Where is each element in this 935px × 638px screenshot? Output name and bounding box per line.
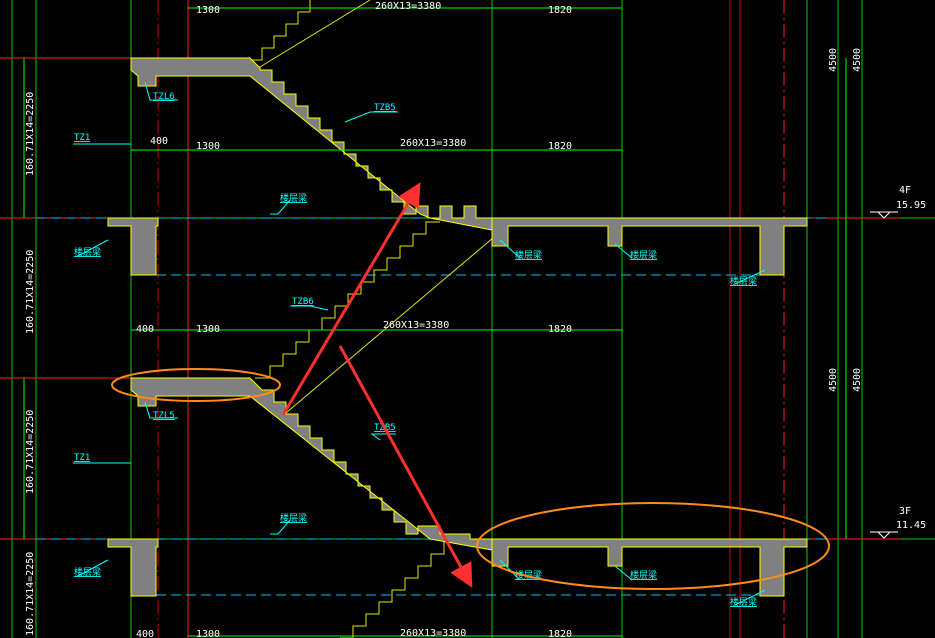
dim-floor-height-2b: 4500: [852, 368, 863, 392]
label-floor-beam-left-upper: 楼层梁: [74, 246, 101, 258]
dim-flight-upper: 260X13=3380: [400, 138, 466, 149]
level-marker-3f: 3F 11.45: [870, 506, 926, 539]
dim-landing-bottom: 1820: [548, 629, 572, 638]
dim-stair-height-4: 160.71X14=2250: [25, 552, 36, 636]
dim-1300-top: 1300: [196, 5, 220, 16]
dim-landing-top: 1820: [548, 5, 572, 16]
label-floor-beam-lower-c: 楼层梁: [730, 596, 757, 608]
dim-flight-lower: 260X13=3380: [383, 320, 449, 331]
label-floor-beam-lower-mid: 楼层梁: [280, 512, 307, 524]
label-tz1-lower: TZ1: [74, 453, 90, 463]
dim-1300-lower: 1300: [196, 324, 220, 335]
dim-landing-lower: 1820: [548, 324, 572, 335]
label-floor-beam-lower-b: 楼层梁: [630, 569, 657, 581]
label-tzl5: TZL5: [153, 411, 175, 421]
dim-1300-bottom: 1300: [196, 629, 220, 638]
dim-400-upper: 400: [150, 136, 168, 147]
cad-drawing: 260X13=3380 1820 1300 400 1300 260X13=33…: [0, 0, 935, 638]
dim-floor-height-1a: 4500: [828, 48, 839, 72]
dim-1300-upper: 1300: [196, 141, 220, 152]
label-floor-beam-upper-c: 楼层梁: [730, 275, 757, 287]
dim-floor-height-1b: 4500: [852, 48, 863, 72]
level-marker-4f: 4F 15.95: [870, 185, 926, 219]
label-floor-beam-upper-mid: 楼层梁: [280, 192, 307, 204]
floor-4f-slab: [107, 217, 808, 276]
level-3f-name: 3F: [899, 506, 911, 517]
level-3f-elev: 11.45: [896, 520, 926, 531]
label-floor-beam-upper-b: 楼层梁: [630, 249, 657, 261]
dim-400-lower: 400: [136, 324, 154, 335]
label-floor-beam-left-lower: 楼层梁: [74, 566, 101, 578]
label-tzb5-upper: TZB5: [374, 103, 396, 113]
dim-stair-height-1: 160.71X14=2250: [25, 92, 36, 176]
dim-stair-height-3: 160.71X14=2250: [25, 410, 36, 494]
red-arrow-down: [338, 345, 473, 588]
label-tzb6: TZB6: [292, 297, 314, 307]
label-tzl6: TZL6: [153, 92, 175, 102]
dim-flight-bottom: 260X13=3380: [400, 628, 466, 638]
label-floor-beam-upper-a: 楼层梁: [515, 249, 542, 261]
dim-landing-upper: 1820: [548, 141, 572, 152]
level-4f-name: 4F: [899, 185, 911, 196]
dim-flight-top: 260X13=3380: [375, 1, 441, 12]
dim-floor-height-2a: 4500: [828, 368, 839, 392]
level-4f-elev: 15.95: [896, 200, 926, 211]
dim-400-bottom: 400: [136, 629, 154, 638]
label-tz1-upper: TZ1: [74, 133, 90, 143]
dim-stair-height-2: 160.71X14=2250: [25, 250, 36, 334]
